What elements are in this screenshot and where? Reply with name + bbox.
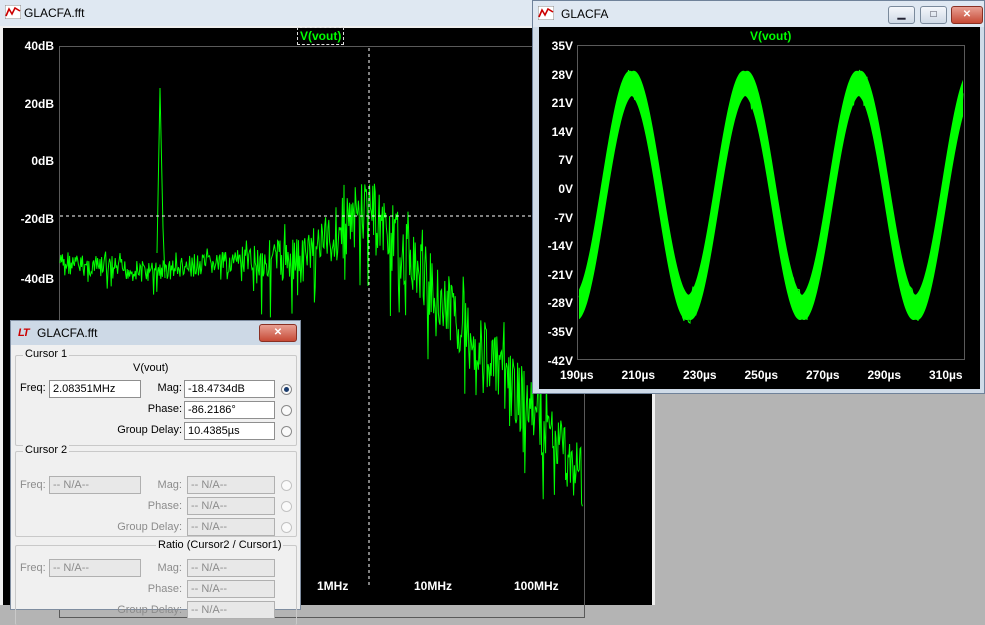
- time-y-tick: 21V: [551, 96, 573, 111]
- time-y-tick: 35V: [551, 39, 573, 53]
- ratio-mag-field[interactable]: -- N/A--: [187, 559, 275, 577]
- cursor2-group-delay-radio[interactable]: [281, 522, 292, 533]
- cursor-dialog-titlebar[interactable]: LT GLACFA.fft ✕: [11, 321, 300, 345]
- fft-x-tick: 100MHz: [514, 579, 559, 593]
- time-x-tick: 270µs: [806, 368, 840, 382]
- cursor2-group-delay-label: Group Delay:: [117, 521, 182, 533]
- cursor1-freq-label: Freq:: [20, 382, 46, 394]
- time-trace-label[interactable]: V(vout): [750, 29, 791, 43]
- cursor2-group-title: Cursor 2: [23, 444, 70, 456]
- cursor1-mag-label: Mag:: [157, 382, 182, 394]
- cursor1-phase-radio[interactable]: [281, 405, 292, 416]
- fft-y-tick: -40dB: [20, 272, 54, 286]
- cursor1-mag-field[interactable]: -18.4734dB: [184, 380, 275, 398]
- time-y-tick: 0V: [558, 182, 573, 196]
- time-y-tick: 7V: [558, 153, 573, 168]
- time-x-tick: 210µs: [621, 368, 656, 382]
- fft-window-title: GLACFA.fft: [24, 6, 85, 20]
- time-y-tick: 14V: [551, 124, 573, 139]
- time-y-tick: 28V: [551, 67, 573, 82]
- cursor-dialog[interactable]: LT GLACFA.fft ✕ Cursor 1 V(vout) Freq: 2…: [10, 320, 301, 625]
- cursor1-phase-label: Phase:: [147, 403, 182, 415]
- ratio-group: Ratio (Cursor2 / Cursor1) Freq: -- N/A--…: [15, 539, 297, 625]
- cursor2-mag-radio[interactable]: [281, 480, 292, 491]
- ratio-phase-field[interactable]: -- N/A--: [187, 580, 275, 598]
- cursor2-mag-field[interactable]: -- N/A--: [187, 476, 275, 494]
- cursor-dialog-close-button[interactable]: ✕: [259, 324, 297, 342]
- cursor-dialog-title: GLACFA.fft: [37, 326, 98, 340]
- cursor1-group-delay-label: Group Delay:: [117, 424, 182, 436]
- time-window-title: GLACFA: [561, 7, 609, 21]
- time-plot-window[interactable]: GLACFA ▁ □ ✕ V(vout) 35V 28V 21V 14V 7V 0V -7V…: [532, 0, 985, 394]
- cursor1-group-title: Cursor 1: [23, 348, 70, 360]
- maximize-button[interactable]: □: [920, 6, 947, 24]
- close-button[interactable]: ✕: [951, 6, 983, 24]
- cursor1-trace-name: V(vout): [133, 362, 169, 374]
- time-y-tick: -42V: [547, 353, 573, 368]
- time-x-tick: 250µs: [744, 368, 779, 382]
- time-y-tick: -7V: [554, 210, 573, 225]
- time-y-tick: -14V: [547, 239, 573, 254]
- time-x-tick: 290µs: [867, 368, 902, 382]
- time-trace: [578, 69, 964, 324]
- cursor2-mag-label: Mag:: [157, 479, 182, 491]
- time-y-tick: -35V: [547, 325, 573, 339]
- time-x-tick: 230µs: [683, 368, 717, 382]
- ratio-group-delay-field[interactable]: -- N/A--: [187, 601, 275, 619]
- cursor2-phase-label: Phase:: [147, 500, 182, 512]
- time-y-tick: -21V: [547, 267, 573, 282]
- cursor1-group: Cursor 1 V(vout) Freq: 2.08351MHz Mag: -…: [15, 348, 297, 446]
- cursor1-phase-field[interactable]: -86.2186°: [184, 401, 275, 419]
- fft-y-tick: 40dB: [24, 39, 54, 53]
- cursor2-freq-label: Freq:: [20, 479, 46, 491]
- ratio-phase-label: Phase:: [147, 583, 182, 595]
- fft-y-tick: 0dB: [31, 154, 54, 168]
- time-window-titlebar[interactable]: GLACFA ▁ □ ✕: [533, 1, 984, 27]
- fft-trace-label[interactable]: V(vout): [296, 27, 345, 45]
- time-x-tick: 310µs: [929, 368, 963, 382]
- time-y-tick: -28V: [547, 296, 573, 311]
- waveform-icon: [538, 6, 554, 20]
- fft-y-tick: 20dB: [24, 97, 54, 111]
- cursor1-group-delay-field[interactable]: 10.4385µs: [184, 422, 275, 440]
- fft-y-tick: -20dB: [20, 212, 54, 226]
- fft-x-tick: 10MHz: [414, 579, 453, 593]
- minimize-button[interactable]: ▁: [888, 6, 915, 24]
- time-waveform-band: [579, 70, 963, 320]
- cursor2-phase-radio[interactable]: [281, 501, 292, 512]
- cursor2-phase-field[interactable]: -- N/A--: [187, 497, 275, 515]
- time-plot-area[interactable]: V(vout) 35V 28V 21V 14V 7V 0V -7V -14V -21V -28V -…: [539, 27, 980, 389]
- cursor2-group: Cursor 2 Freq: -- N/A-- Mag: -- N/A-- Ph…: [15, 444, 297, 537]
- ltspice-logo-icon: LT: [18, 327, 30, 339]
- waveform-icon: [5, 5, 21, 19]
- ratio-mag-label: Mag:: [157, 562, 182, 574]
- cursor2-group-delay-field[interactable]: -- N/A--: [187, 518, 275, 536]
- ratio-freq-label: Freq:: [20, 562, 46, 574]
- ratio-group-title: Ratio (Cursor2 / Cursor1): [156, 539, 284, 551]
- cursor1-group-delay-radio[interactable]: [281, 426, 292, 437]
- time-x-tick: 190µs: [560, 368, 594, 382]
- ratio-group-delay-label: Group Delay:: [117, 604, 182, 616]
- cursor1-mag-radio[interactable]: [281, 384, 292, 395]
- fft-fundamental-spike: [156, 87, 166, 279]
- fft-x-tick: 1MHz: [317, 579, 349, 593]
